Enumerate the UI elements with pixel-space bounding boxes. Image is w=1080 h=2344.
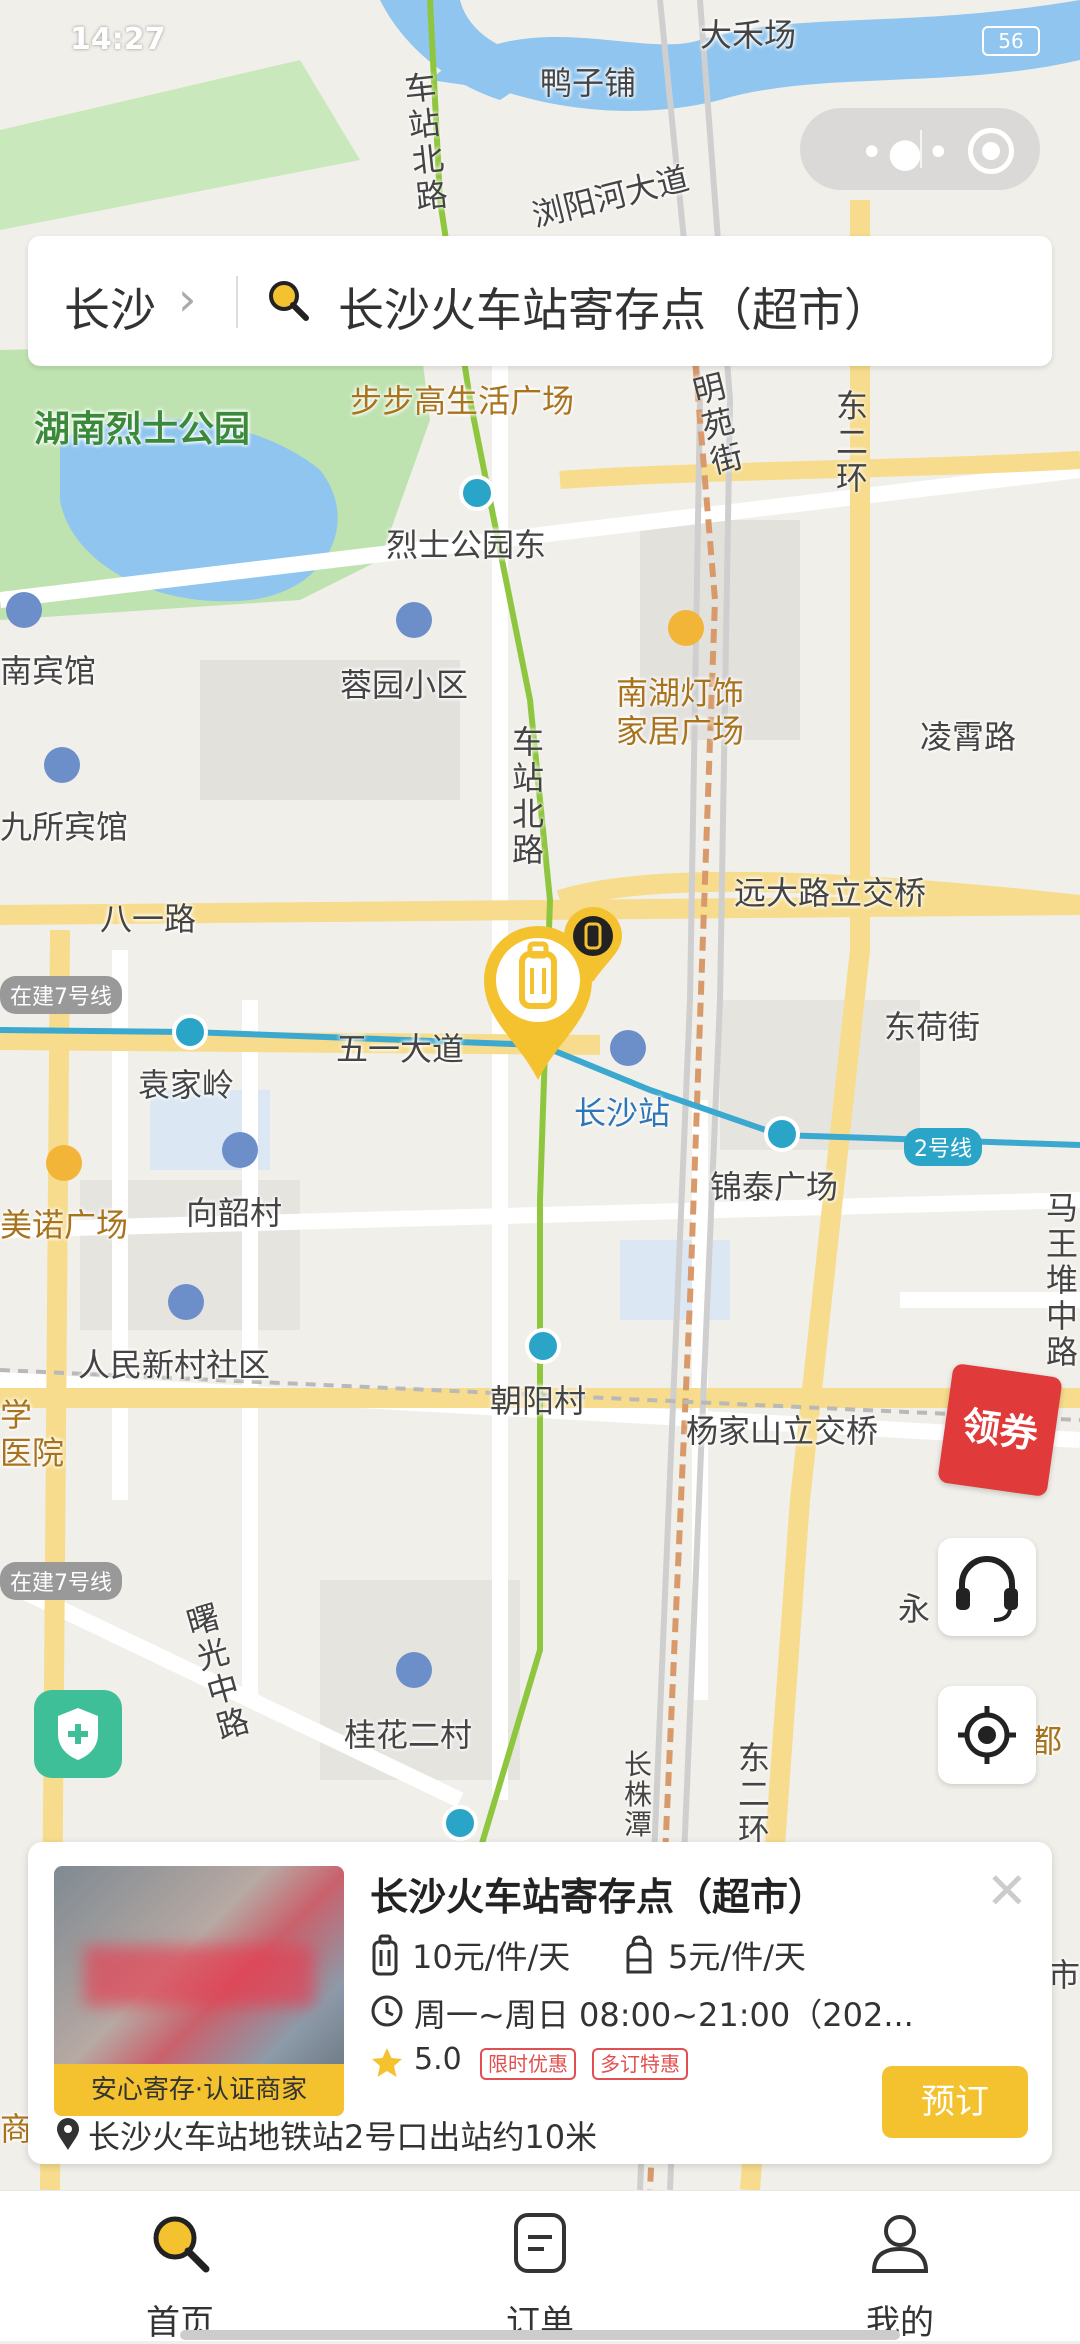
location-pin-icon (57, 2118, 79, 2150)
price-bag: 5元/件/天 (668, 1938, 806, 1976)
close-miniprogram-icon[interactable] (968, 128, 1014, 174)
map-label-nan-hotel: 南宾馆 (0, 652, 97, 690)
search-icon (153, 2216, 210, 2273)
safety-shield-button[interactable] (34, 1690, 122, 1778)
map-label-lingxiao: 凌霄路 (920, 718, 1017, 756)
book-button[interactable]: 预订 (882, 2066, 1028, 2138)
tab-profile[interactable]: 我的 (800, 2191, 1000, 2343)
metro-tag-line2: 2号线 (904, 1128, 982, 1166)
search-divider (236, 276, 238, 328)
map-label-bayi: 八一路 (100, 900, 197, 938)
bag-icon (626, 1935, 652, 1974)
map-label-renmin: 人民新村社区 (78, 1346, 271, 1384)
close-icon[interactable]: ✕ (986, 1862, 1028, 1920)
map-label-rongyuan: 蓉园小区 (340, 666, 469, 704)
metro-tag-line7-top: 在建7号线 (0, 976, 122, 1014)
map-label-changsha-station: 长沙站 (574, 1094, 671, 1132)
customer-service-button[interactable] (938, 1538, 1036, 1636)
opening-hours: 周一~周日 08:00~21:00（202... (414, 1996, 914, 2034)
chevron-right-icon: › (178, 272, 197, 326)
map-label-shi: 市 (1048, 1956, 1080, 1994)
tab-home[interactable]: 首页 (80, 2191, 280, 2343)
user-icon (871, 2215, 929, 2273)
locate-button[interactable] (938, 1686, 1036, 1784)
store-address: 长沙火车站地铁站2号口出站约10米 (88, 2118, 598, 2156)
tag-bulk-offer: 多订特惠 (592, 2048, 688, 2080)
map-label-east-ring-top: 东二环 (835, 387, 868, 497)
map-label-yangjiashan: 杨家山立交桥 (686, 1412, 879, 1450)
battery-icon: 56 (982, 26, 1040, 56)
miniprogram-capsule[interactable]: •●• (800, 108, 1040, 190)
map-label-jintai: 锦泰广场 (710, 1168, 839, 1206)
certified-badge: 安心寄存·认证商家 (54, 2064, 344, 2116)
map-label-changzhu: 长株潭 (623, 1748, 652, 1841)
map-label-yong: 永 (898, 1590, 931, 1628)
map-label-yuanjialing: 袁家岭 (138, 1066, 235, 1104)
price-luggage: 10元/件/天 (412, 1938, 571, 1976)
status-bar: 14:27 56 (0, 0, 1080, 80)
shield-icon (58, 1708, 98, 1760)
search-icon (269, 281, 309, 321)
map-label-east-ring-bottom: 东二环 (737, 1739, 770, 1849)
metro-tag-line7-bottom: 在建7号线 (0, 1562, 122, 1600)
map-label-donghe: 东荷街 (884, 1008, 981, 1046)
luggage-icon (372, 1934, 398, 1976)
map-label-mawangdui: 马王堆中路 (1045, 1189, 1078, 1371)
map-label-jiusuo: 九所宾馆 (0, 808, 129, 846)
store-rating: 5.0 (414, 2042, 462, 2077)
clock-icon (371, 1995, 403, 2027)
map-label-xiangshao: 向韶村 (186, 1194, 283, 1232)
map-label-nanhu2: 家居广场 (616, 712, 745, 750)
coupon-button[interactable]: 领券 (937, 1362, 1063, 1498)
home-indicator (180, 2330, 900, 2340)
search-query[interactable]: 长沙火车站寄存点（超市） (338, 274, 890, 340)
map-label-chaoyang: 朝阳村 (490, 1382, 587, 1420)
map-label-meinuo: 美诺广场 (0, 1206, 129, 1244)
map-label-wuyi: 五一大道 (336, 1030, 465, 1068)
store-title: 长沙火车站寄存点（超市） (370, 1875, 827, 1919)
search-bar[interactable]: 长沙 › 长沙火车站寄存点（超市） (28, 236, 1052, 366)
star-icon (372, 2048, 402, 2077)
city-selector[interactable]: 长沙 (64, 274, 156, 340)
map-label-yuanda: 远大路立交桥 (734, 874, 927, 912)
locate-icon (958, 1706, 1016, 1764)
headset-icon (956, 1556, 1018, 1622)
map-label-station-north-mid: 车站北路 (511, 723, 544, 869)
status-time: 14:27 (70, 22, 166, 57)
locker-pin-icon[interactable] (560, 906, 626, 986)
map-label-hospital2: 医院 (0, 1434, 65, 1472)
tab-orders[interactable]: 订单 (440, 2191, 640, 2343)
map-label-martyrs-park: 湖南烈士公园 (34, 409, 251, 450)
map-label-guihua: 桂花二村 (344, 1716, 473, 1754)
tab-bar: 首页 订单 我的 (0, 2190, 1080, 2343)
order-list-icon (514, 2213, 566, 2273)
tag-limited-offer: 限时优惠 (480, 2048, 576, 2080)
map-label-bubugao: 步步高生活广场 (350, 382, 575, 420)
store-card[interactable]: 安心寄存·认证商家 长沙火车站寄存点（超市） ✕ 10元/件/天 5元/件/天 … (28, 1842, 1052, 2164)
capsule-divider (920, 130, 922, 168)
map-label-martyrs-east: 烈士公园东 (386, 526, 547, 564)
more-dots-icon[interactable]: •●• (860, 130, 954, 176)
